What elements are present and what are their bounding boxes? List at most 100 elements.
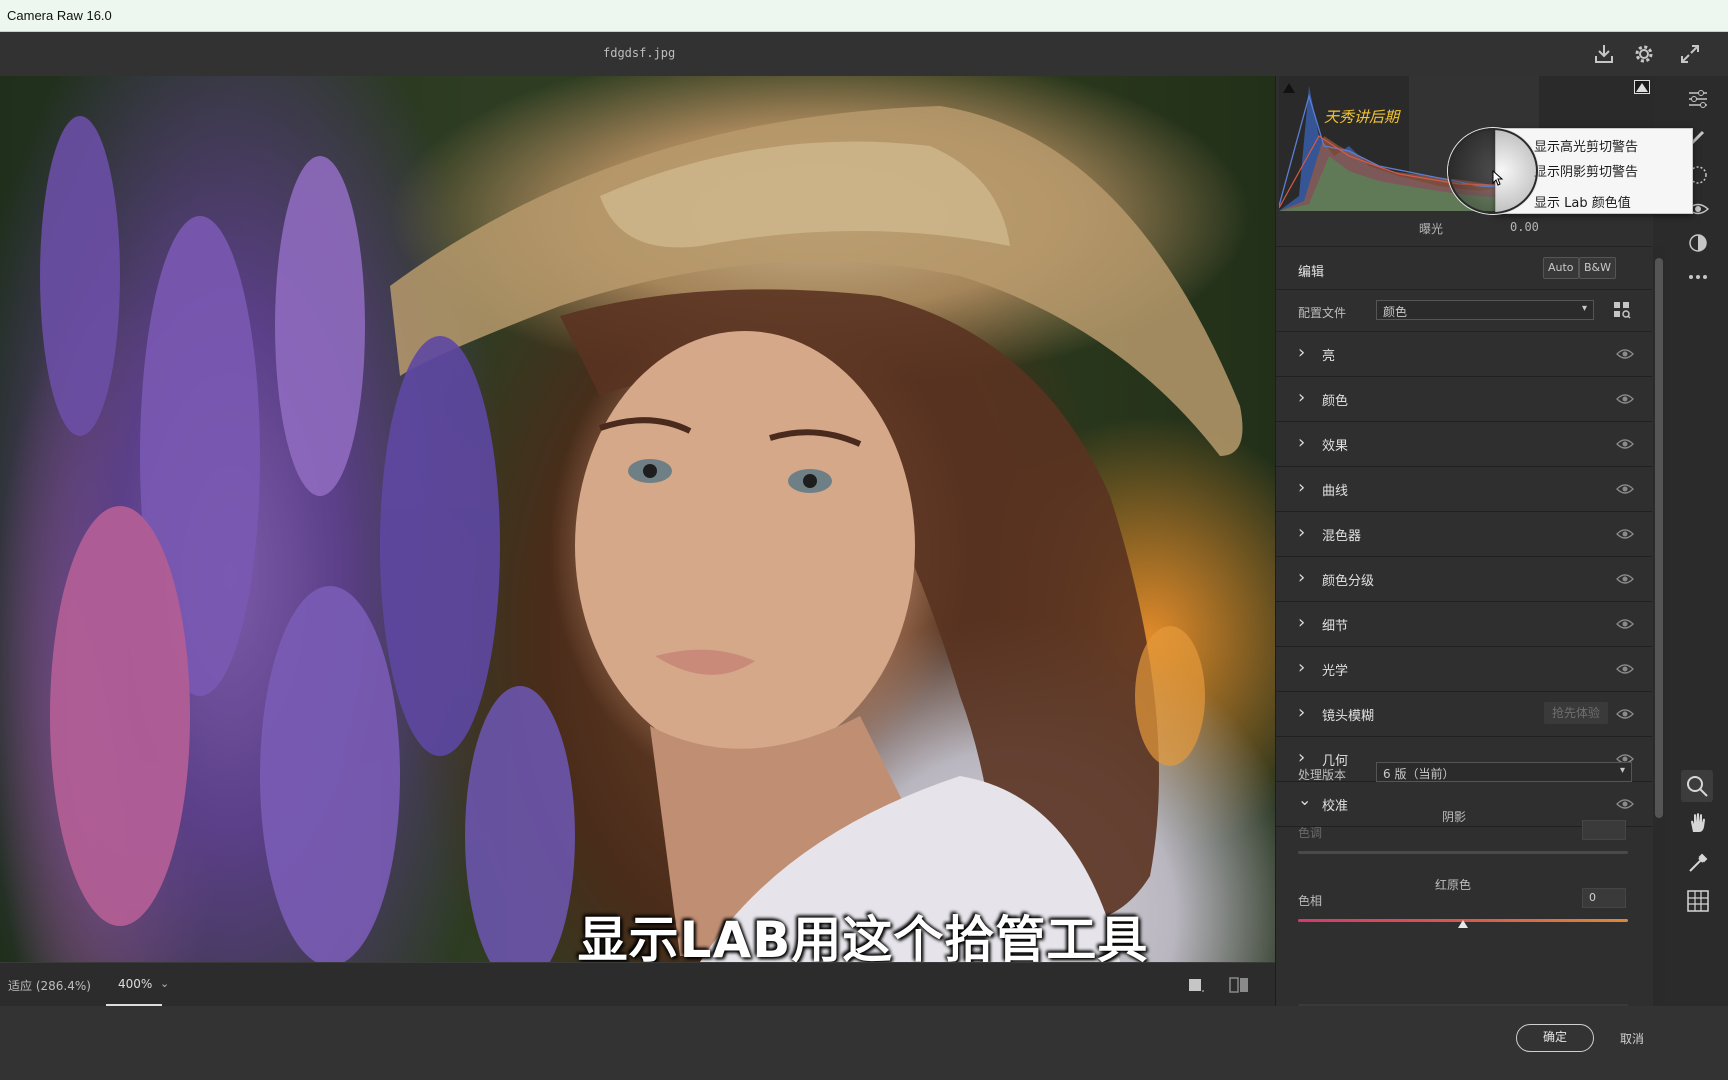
section-label: 校准	[1322, 799, 1349, 814]
chevron-down-icon: ▾	[1619, 765, 1625, 776]
visibility-eye-icon[interactable]	[1616, 436, 1634, 455]
compare-view-icon[interactable]	[1228, 975, 1250, 999]
hand-tool-icon[interactable]	[1685, 810, 1711, 836]
section-label: 细节	[1322, 619, 1349, 634]
zoom-tool-icon[interactable]	[1681, 770, 1713, 802]
single-view-icon[interactable]	[1186, 975, 1206, 999]
exposure-value: 0.00	[1510, 220, 1539, 234]
profile-select-value: 颜色	[1383, 305, 1408, 319]
early-access-badge: 抢先体验	[1544, 702, 1609, 724]
visibility-eye-icon[interactable]	[1616, 391, 1634, 410]
visibility-eye-icon[interactable]	[1616, 346, 1634, 365]
bw-button[interactable]: B&W	[1579, 257, 1617, 279]
panel-section-row[interactable]: › 效果	[1276, 422, 1652, 467]
zoom-fit-button[interactable]: 适应 (286.4%)	[8, 977, 91, 994]
shadows-tint-input[interactable]	[1582, 820, 1626, 840]
file-name: fdgdsf.jpg	[603, 46, 676, 60]
process-version-label: 处理版本	[1298, 768, 1347, 782]
highlight-clipping-warning-icon[interactable]	[1634, 79, 1650, 98]
section-label: 光学	[1322, 664, 1349, 679]
panel-section-row[interactable]: › 光学	[1276, 647, 1652, 692]
window-titlebar: Camera Raw 16.0	[0, 0, 1728, 32]
red-primary-hue-input[interactable]: 0	[1582, 888, 1626, 908]
edit-header: 编辑 Auto B&W	[1276, 246, 1652, 290]
tool-rail	[1665, 76, 1728, 1006]
panel-section-row[interactable]: › 曲线	[1276, 467, 1652, 512]
mouse-cursor-icon	[1492, 169, 1504, 190]
process-version-value: 6 版（当前）	[1383, 767, 1455, 781]
chevron-right-icon[interactable]: ›	[1298, 612, 1305, 633]
auto-button[interactable]: Auto	[1543, 257, 1579, 279]
section-label: 镜头模糊	[1322, 709, 1375, 724]
visibility-eye-icon[interactable]	[1616, 706, 1634, 725]
shadow-clipping-warning-icon[interactable]	[1282, 79, 1296, 98]
panel-section-row[interactable]: › 镜头模糊 抢先体验	[1276, 692, 1652, 737]
shadows-heading: 阴影	[1442, 810, 1467, 824]
menu-item-shadow-clipping[interactable]: 显示阴影剪切警告	[1534, 161, 1638, 180]
panel-section-row[interactable]: › 亮	[1276, 332, 1652, 377]
profile-browser-icon[interactable]	[1613, 301, 1631, 323]
profile-label: 配置文件	[1298, 306, 1347, 320]
adjustment-panel: 天秀讲后期 曝光 0.00 编辑 Auto B&W 配置文件 颜色 ▾ › 亮 › 颜…	[1275, 76, 1654, 1007]
panel-section-row[interactable]: › 颜色分级	[1276, 557, 1652, 602]
watermark-text: 天秀讲后期	[1324, 108, 1400, 126]
edit-title: 编辑	[1298, 265, 1325, 280]
section-label: 颜色分级	[1322, 574, 1375, 589]
red-primary-hue-label: 色相	[1298, 894, 1323, 908]
ok-button[interactable]: 确定	[1516, 1024, 1594, 1052]
chevron-right-icon[interactable]: ›	[1298, 522, 1305, 543]
save-icon[interactable]	[1592, 42, 1616, 66]
zoom-level[interactable]: 400%	[106, 963, 162, 1006]
presets-icon[interactable]	[1685, 230, 1711, 256]
menu-item-highlight-clipping[interactable]: 显示高光剪切警告	[1534, 136, 1638, 155]
top-toolbar: fdgdsf.jpg	[0, 32, 1728, 76]
shadows-tint-slider[interactable]	[1298, 851, 1628, 854]
profile-row: 配置文件 颜色 ▾	[1276, 290, 1652, 332]
shadows-tint-label: 色调	[1298, 826, 1323, 840]
visibility-eye-icon[interactable]	[1616, 526, 1634, 545]
section-label: 混色器	[1322, 529, 1362, 544]
chevron-right-icon[interactable]: ›	[1298, 567, 1305, 588]
red-primary-heading: 红原色	[1435, 878, 1472, 892]
settings-gear-icon[interactable]	[1632, 42, 1656, 66]
visibility-eye-icon[interactable]	[1616, 661, 1634, 680]
panel-section-row[interactable]: › 细节	[1276, 602, 1652, 647]
chevron-right-icon[interactable]: ›	[1298, 702, 1305, 723]
visibility-eye-icon[interactable]	[1616, 616, 1634, 635]
section-label: 亮	[1322, 349, 1336, 364]
chevron-right-icon[interactable]: ›	[1298, 387, 1305, 408]
profile-select[interactable]: 颜色 ▾	[1376, 300, 1594, 320]
cancel-button[interactable]: 取消	[1620, 1030, 1644, 1047]
chevron-down-icon[interactable]: ⌄	[1298, 790, 1311, 809]
edit-sliders-icon[interactable]	[1685, 86, 1711, 112]
visibility-eye-icon[interactable]	[1616, 796, 1634, 815]
chevron-right-icon[interactable]: ›	[1298, 432, 1305, 453]
panel-section-row[interactable]: › 混色器	[1276, 512, 1652, 557]
panel-scrollbar[interactable]	[1653, 246, 1665, 1006]
image-preview[interactable]	[0, 76, 1275, 962]
chevron-right-icon[interactable]: ›	[1298, 477, 1305, 498]
menu-item-lab-values[interactable]: 显示 Lab 颜色值	[1534, 192, 1631, 211]
fullscreen-icon[interactable]	[1678, 42, 1702, 66]
dialog-footer: 确定 取消	[0, 1006, 1728, 1080]
process-version-select[interactable]: 6 版（当前） ▾	[1376, 762, 1632, 782]
preview-status-bar: 适应 (286.4%) 400% ⌄	[0, 962, 1275, 1006]
chevron-right-icon[interactable]: ›	[1298, 747, 1305, 768]
section-label: 曲线	[1322, 484, 1349, 499]
slider-thumb[interactable]	[1457, 914, 1469, 933]
chevron-right-icon[interactable]: ›	[1298, 657, 1305, 678]
visibility-eye-icon[interactable]	[1616, 571, 1634, 590]
panel-section-row[interactable]: › 颜色	[1276, 377, 1652, 422]
section-label: 效果	[1322, 439, 1349, 454]
more-options-icon[interactable]	[1685, 264, 1711, 290]
section-label: 颜色	[1322, 394, 1349, 409]
zoom-dropdown-icon[interactable]: ⌄	[160, 977, 169, 990]
exposure-label: 曝光	[1419, 222, 1444, 236]
grid-overlay-icon[interactable]	[1685, 888, 1711, 914]
scrollbar-thumb[interactable]	[1655, 258, 1663, 818]
visibility-eye-icon[interactable]	[1616, 481, 1634, 500]
chevron-right-icon[interactable]: ›	[1298, 342, 1305, 363]
window-title: Camera Raw 16.0	[7, 8, 112, 23]
color-sampler-icon[interactable]	[1685, 850, 1711, 876]
chevron-down-icon: ▾	[1581, 303, 1587, 314]
